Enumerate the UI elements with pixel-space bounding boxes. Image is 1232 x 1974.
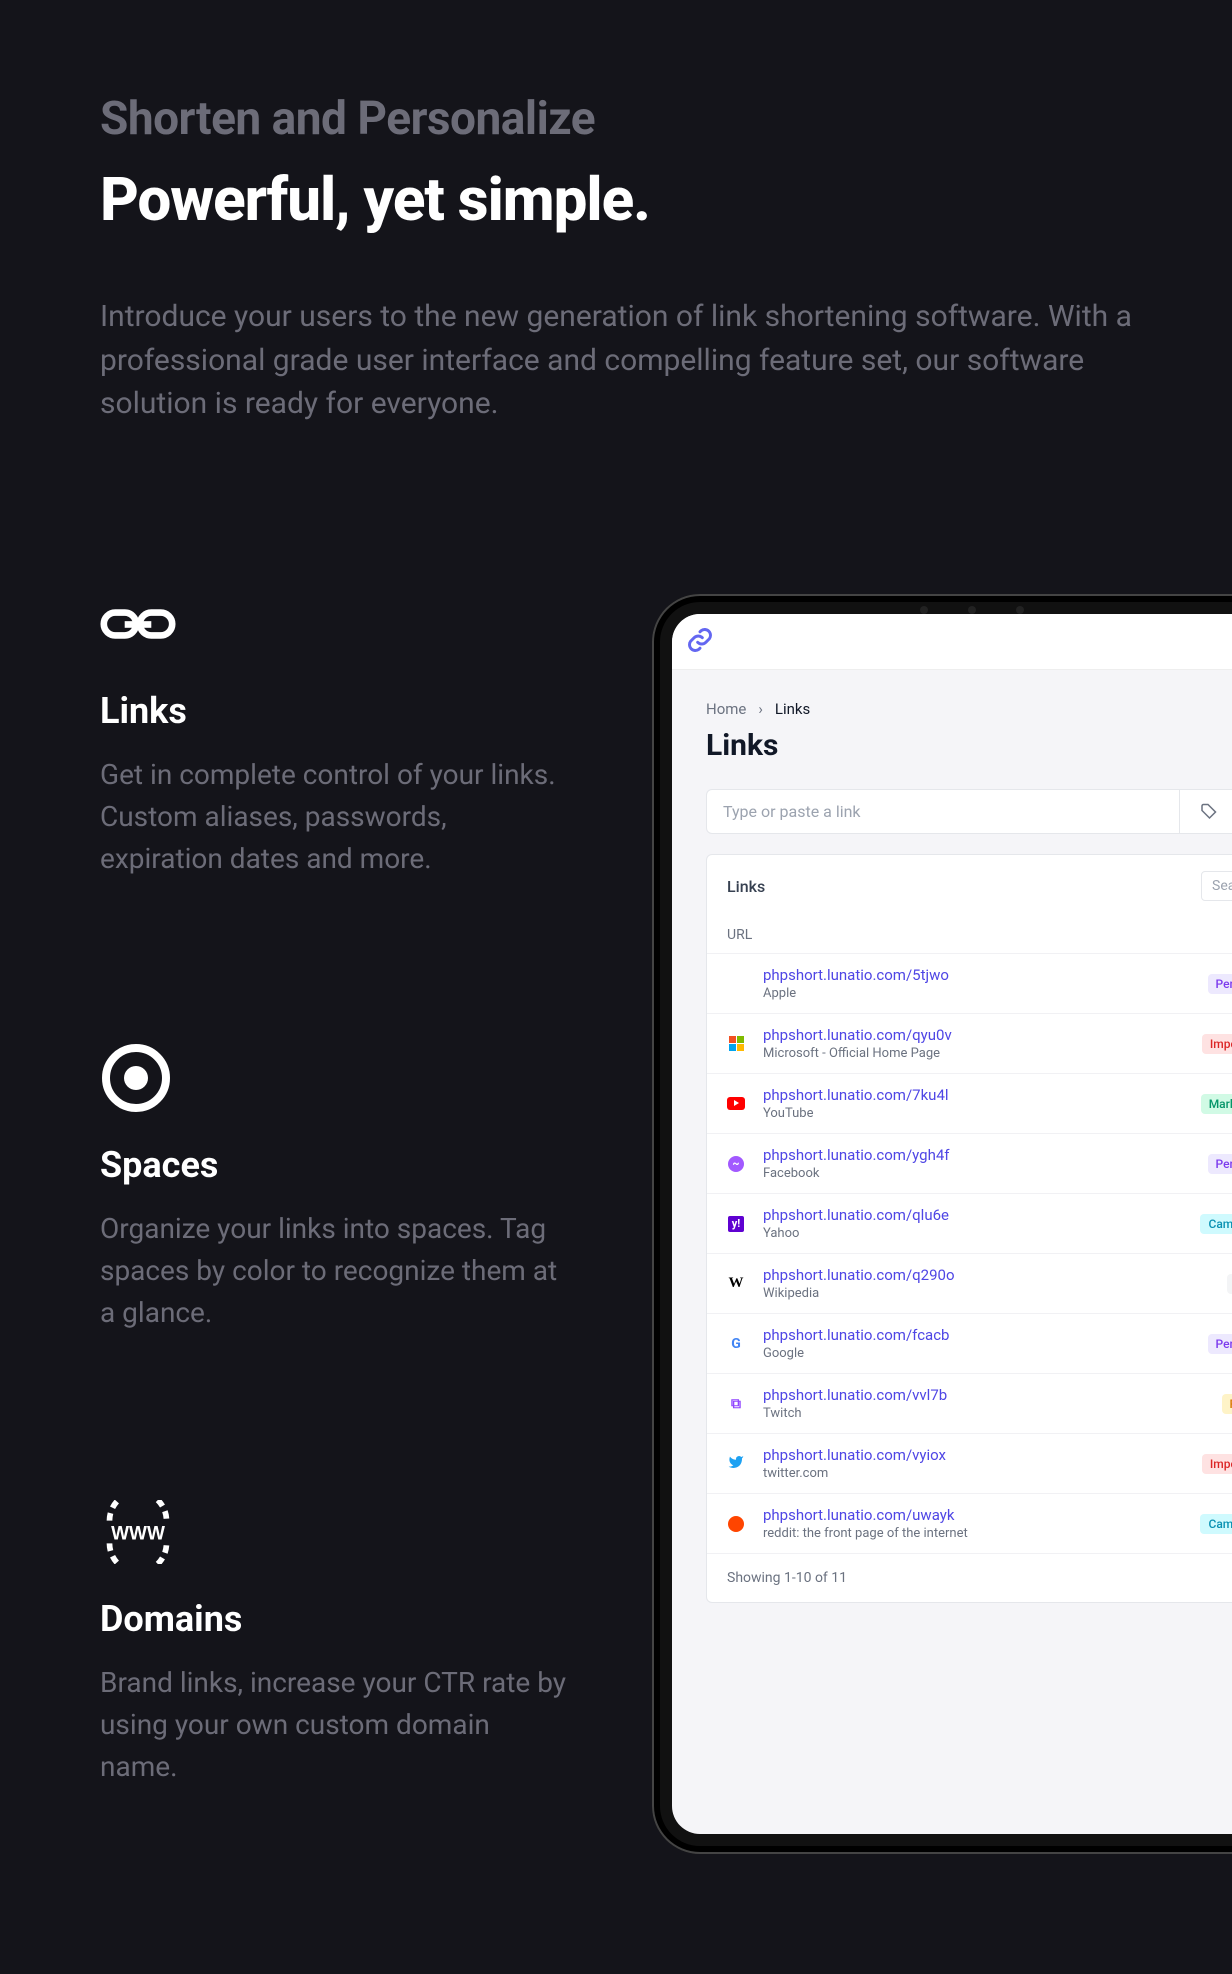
feature-domains: WWW Domains Brand links, increase your C… [100,1494,570,1788]
url-title: Microsoft - Official Home Page [763,1046,1202,1061]
target-icon [100,1040,176,1116]
favicon-icon: G [727,1335,745,1353]
table-row[interactable]: phpshort.lunatio.com/qyu0v Microsoft - Of… [707,1013,1232,1073]
short-url[interactable]: phpshort.lunatio.com/q290o [763,1266,1227,1284]
app-topbar [672,614,1232,670]
short-url[interactable]: phpshort.lunatio.com/vvl7b [763,1386,1222,1404]
link-input[interactable]: Type or paste a link [706,789,1180,834]
favicon-icon: ~ [727,1155,745,1173]
tablet-mockup: Home › Links Links Type or paste a link … [652,594,1232,1854]
col-url: URL [727,927,1232,943]
space-badge[interactable]: None [1227,1274,1232,1294]
table-row[interactable]: phpshort.lunatio.com/uwayk reddit: the fr… [707,1493,1232,1553]
table-row[interactable]: phpshort.lunatio.com/5tjwo ApplePersonal [707,953,1232,1013]
short-url[interactable]: phpshort.lunatio.com/qlu6e [763,1206,1200,1224]
url-title: Twitch [763,1406,1222,1421]
table-row[interactable]: y! phpshort.lunatio.com/qlu6e YahooCampaig… [707,1193,1232,1253]
hero-intro: Introduce your users to the new generati… [100,295,1150,426]
feature-desc: Brand links, increase your CTR rate by u… [100,1662,570,1788]
page-title: Links [706,728,1232,763]
favicon-icon [727,975,745,993]
table-row[interactable]: ~ phpshort.lunatio.com/ygh4f FacebookPerso… [707,1133,1232,1193]
short-url[interactable]: phpshort.lunatio.com/vyiox [763,1446,1202,1464]
space-badge[interactable]: Campaign [1200,1214,1232,1234]
favicon-icon [727,1095,745,1113]
space-badge[interactable]: Campaign [1200,1514,1232,1534]
short-url[interactable]: phpshort.lunatio.com/7ku4l [763,1086,1201,1104]
breadcrumb-home[interactable]: Home [706,700,746,718]
url-title: Apple [763,986,1208,1001]
url-title: reddit: the front page of the internet [763,1526,1200,1541]
feature-desc: Organize your links into spaces. Tag spa… [100,1208,570,1334]
feature-title: Spaces [100,1144,570,1186]
space-badge[interactable]: Important [1202,1454,1232,1474]
table-row[interactable]: phpshort.lunatio.com/vyiox twitter.comImp… [707,1433,1232,1493]
favicon-icon: ⧉ [727,1395,745,1413]
tag-button[interactable] [1180,789,1232,834]
feature-links: Links Get in complete control of your li… [100,586,570,880]
table-row[interactable]: phpshort.lunatio.com/7ku4l YouTubeMarketi… [707,1073,1232,1133]
www-icon: WWW [100,1494,176,1570]
space-badge[interactable]: Marketing [1201,1094,1232,1114]
favicon-icon: y! [727,1215,745,1233]
url-title: twitter.com [763,1466,1202,1481]
short-url[interactable]: phpshort.lunatio.com/qyu0v [763,1026,1202,1044]
feature-spaces: Spaces Organize your links into spaces. … [100,1040,570,1334]
short-url[interactable]: phpshort.lunatio.com/uwayk [763,1506,1200,1524]
links-table: Links Search URL Space phpshort.lunatio.… [706,854,1232,1603]
favicon-icon [727,1515,745,1533]
table-footer: Showing 1-10 of 11 [707,1553,1232,1602]
breadcrumb: Home › Links [706,700,1232,718]
space-badge[interactable]: Personal [1208,974,1232,994]
url-title: Wikipedia [763,1286,1227,1301]
url-title: YouTube [763,1106,1201,1121]
short-url[interactable]: phpshort.lunatio.com/5tjwo [763,966,1208,984]
feature-desc: Get in complete control of your links. C… [100,754,570,880]
svg-text:WWW: WWW [111,1523,165,1544]
logo-icon [686,626,714,658]
space-badge[interactable]: Important [1202,1034,1232,1054]
hero-eyebrow: Shorten and Personalize [100,92,1232,146]
url-title: Yahoo [763,1226,1200,1241]
favicon-icon [727,1035,745,1053]
short-url[interactable]: phpshort.lunatio.com/fcacb [763,1326,1208,1344]
link-icon [100,586,176,662]
feature-title: Links [100,690,570,732]
feature-title: Domains [100,1598,570,1640]
favicon-icon [727,1455,745,1473]
space-badge[interactable]: Personal [1208,1334,1232,1354]
url-title: Google [763,1346,1208,1361]
table-row[interactable]: Gphpshort.lunatio.com/fcacb GooglePersona… [707,1313,1232,1373]
search-input[interactable]: Search [1201,871,1232,901]
chevron-right-icon: › [758,700,763,718]
breadcrumb-current: Links [775,700,810,718]
space-badge[interactable]: Public [1222,1394,1232,1414]
url-title: Facebook [763,1166,1208,1181]
hero-headline: Powerful, yet simple. [100,164,1232,235]
card-title: Links [727,877,765,896]
favicon-icon: W [727,1275,745,1293]
table-row[interactable]: ⧉ phpshort.lunatio.com/vvl7b TwitchPublic [707,1373,1232,1433]
table-row[interactable]: Wphpshort.lunatio.com/q290o WikipediaNone [707,1253,1232,1313]
short-url[interactable]: phpshort.lunatio.com/ygh4f [763,1146,1208,1164]
space-badge[interactable]: Personal [1208,1154,1232,1174]
